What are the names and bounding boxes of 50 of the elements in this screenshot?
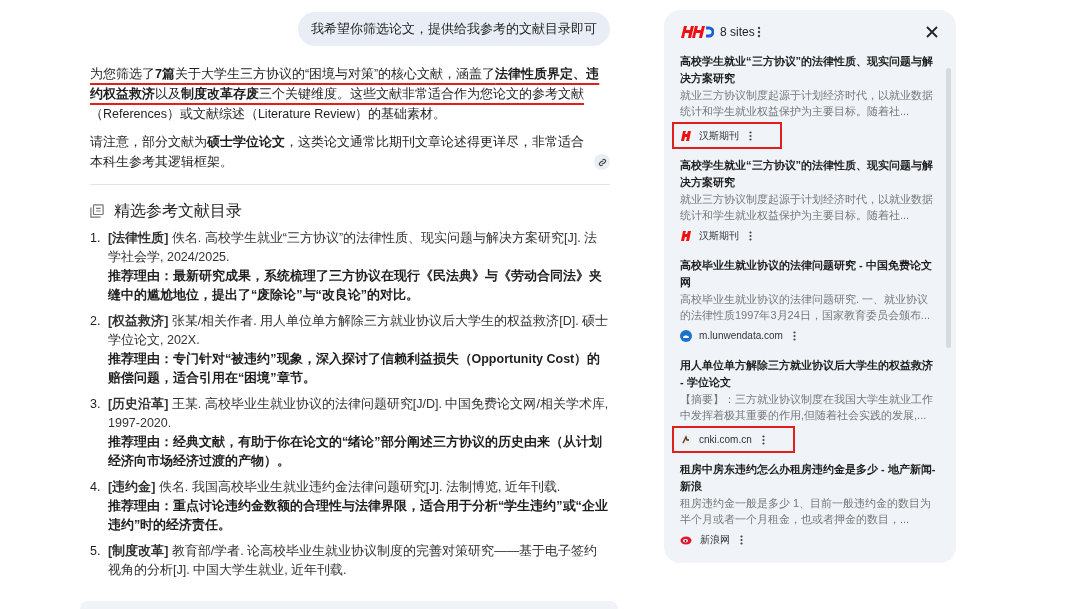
section-heading: 精选参考文献目录 <box>114 201 242 221</box>
more-icon[interactable] <box>761 434 765 445</box>
list-number: 3. <box>90 396 102 413</box>
more-icon[interactable] <box>740 534 743 545</box>
site-icon <box>680 534 693 545</box>
link-icon[interactable] <box>594 154 610 170</box>
reference-citation: [历史沿革] 王某. 高校毕业生就业协议的法律问题研究[J/D]. 中国免费论文网/相关学术库, 1997-2020. <box>108 396 610 432</box>
site-icon <box>680 433 692 446</box>
site-name[interactable]: 新浪网 <box>700 532 730 547</box>
source-title[interactable]: 高校毕业生就业协议的法律问题研究 - 中国免费论文网 <box>680 257 936 291</box>
recommendation-reason: 推荐理由：专门针对“被违约”现象，深入探讨了信赖利益损失（Opportunity Cost）的赔偿问题，适合引用在“困境”章节。 <box>108 351 602 387</box>
source-title[interactable]: 用人单位单方解除三方就业协议后大学生的权益救济 - 学位论文 <box>680 357 936 391</box>
site-icon <box>680 129 692 142</box>
source-title[interactable]: 高校学生就业“三方协议”的法律性质、现实问题与解决方案研究 <box>680 53 936 87</box>
scrollbar[interactable] <box>946 68 951 348</box>
site-name[interactable]: m.lunwendata.com <box>699 328 783 343</box>
source-snippet: 租房违约金一般是多少 1、目前一般违约金的数目为半个月或者一个月租金，也或者押金的数目，... <box>680 496 933 527</box>
recommendation-reason: 推荐理由：经典文献，有助于你在论文的“绪论”部分阐述三方协议的历史由来（从计划经济向市场经济过渡的产物）。 <box>108 433 603 470</box>
reference-citation: [法律性质] 佚名. 高校学生就业“三方协议”的法律性质、现实问题与解决方案研究[J]. 法学社会学, 2024/2025. <box>108 230 599 266</box>
user-message: 我希望你筛选论文，提供给我参考的文献目录即可 <box>298 12 610 46</box>
document-icon <box>90 204 104 218</box>
site-name[interactable]: cnki.com.cn <box>699 432 752 447</box>
list-number: 4. <box>90 479 102 496</box>
site-icon <box>680 229 692 242</box>
response-paragraph: 请注意，部分文献为硕士学位论文，这类论文通常比期刊文章论述得更详尽，非常适合本科生参考其逻辑框架。 <box>90 134 585 171</box>
source-title[interactable]: 高校学生就业“三方协议”的法律性质、现实问题与解决方案研究 <box>680 157 936 191</box>
source-snippet: 就业三方协议制度起源于计划经济时代，以就业数据统计和学生就业权益保护为主要目标。随着社... <box>680 88 934 119</box>
recommendation-reason: 推荐理由：最新研究成果，系统梳理了三方协议在现行《民法典》与《劳动合同法》夹缝中的尴尬地位，提出了“废除论”与“改良论”的对比。 <box>108 267 603 304</box>
more-icon[interactable] <box>749 130 752 141</box>
reference-citation: [权益救济] 张某/相关作者. 用人单位单方解除三方就业协议后大学生的权益救济[D]. 硕士学位论文, 202X. <box>108 313 610 349</box>
logo-icon <box>680 25 714 39</box>
more-icon[interactable] <box>792 330 796 341</box>
more-icon[interactable] <box>756 26 761 38</box>
recommendation-reason: 推荐理由：重点讨论违约金数额的合理性与法律界限，适合用于分析“学生违约”或“企业违约”时的经济责任。 <box>108 498 609 534</box>
list-number: 1. <box>90 230 102 247</box>
source-snippet: 高校毕业生就业协议的法律问题研究. 一、就业协议的法律性质1997年3月24日，国家教育委员会颁布... <box>680 292 931 323</box>
source-title[interactable]: 租房中房东违约怎么办租房违约金是多少 - 地产新闻- 新浪 <box>680 461 936 495</box>
source-snippet: 【摘要】：三方就业协议制度在我国大学生就业工作中发挥着极其重要的作用,但随着社会实践的发展,... <box>680 392 934 423</box>
close-icon[interactable] <box>926 26 938 38</box>
reference-citation: [制度改革] 教育部/学者. 论高校毕业生就业协议制度的完善对策研究——基于电子签约视角的分析[J]. 中国大学生就业, 近年刊载. <box>108 542 599 579</box>
sites-count: 8 sites <box>720 24 755 41</box>
response-paragraph: 为您筛选了7篇关于大学生三方协议的“困境与对策”的核心文献，涵盖了法律性质界定、违约权益救济以及制度改革存废三个关键维度。这些文献非常适合作为您论文的参考文献 （References）或文献综述（Literature Review）的基础素材。 <box>90 66 601 123</box>
list-number: 2. <box>90 313 102 330</box>
site-name[interactable]: 汉斯期刊 <box>699 228 739 243</box>
site-name[interactable]: 汉斯期刊 <box>699 128 739 143</box>
list-number: 5. <box>90 543 102 560</box>
site-icon <box>680 329 692 342</box>
source-snippet: 就业三方协议制度起源于计划经济时代，以就业数据统计和学生就业权益保护为主要目标。随着社... <box>680 192 934 223</box>
more-icon[interactable] <box>749 230 752 241</box>
reference-citation: [违约金] 佚名. 我国高校毕业生就业违约金法律问题研究[J]. 法制博览, 近年刊载. <box>108 479 562 496</box>
